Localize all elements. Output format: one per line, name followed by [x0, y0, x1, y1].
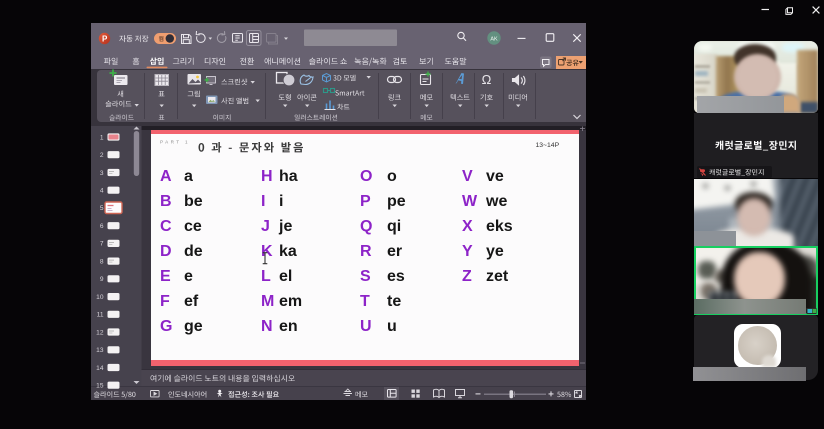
svg-text:10: 10 — [96, 294, 104, 301]
svg-text:8: 8 — [100, 258, 104, 265]
svg-text:1: 1 — [100, 134, 104, 141]
svg-text:AK: AK — [490, 37, 498, 43]
svg-text:4: 4 — [100, 188, 104, 195]
svg-text:5: 5 — [100, 205, 104, 212]
svg-text:14: 14 — [96, 365, 104, 372]
svg-text:15: 15 — [96, 383, 104, 390]
svg-text:9: 9 — [100, 276, 104, 283]
svg-text:PART 1: PART 1 — [160, 140, 190, 145]
svg-text:7: 7 — [100, 241, 104, 248]
svg-text:6: 6 — [100, 223, 104, 230]
svg-text:2: 2 — [100, 152, 104, 159]
svg-text:12: 12 — [96, 329, 104, 336]
svg-text:P: P — [102, 34, 108, 43]
svg-text:Ω: Ω — [482, 72, 492, 87]
svg-text:13~14P: 13~14P — [536, 142, 560, 149]
svg-text:13: 13 — [96, 347, 104, 354]
svg-text:3: 3 — [100, 170, 104, 177]
svg-text:11: 11 — [97, 312, 104, 319]
